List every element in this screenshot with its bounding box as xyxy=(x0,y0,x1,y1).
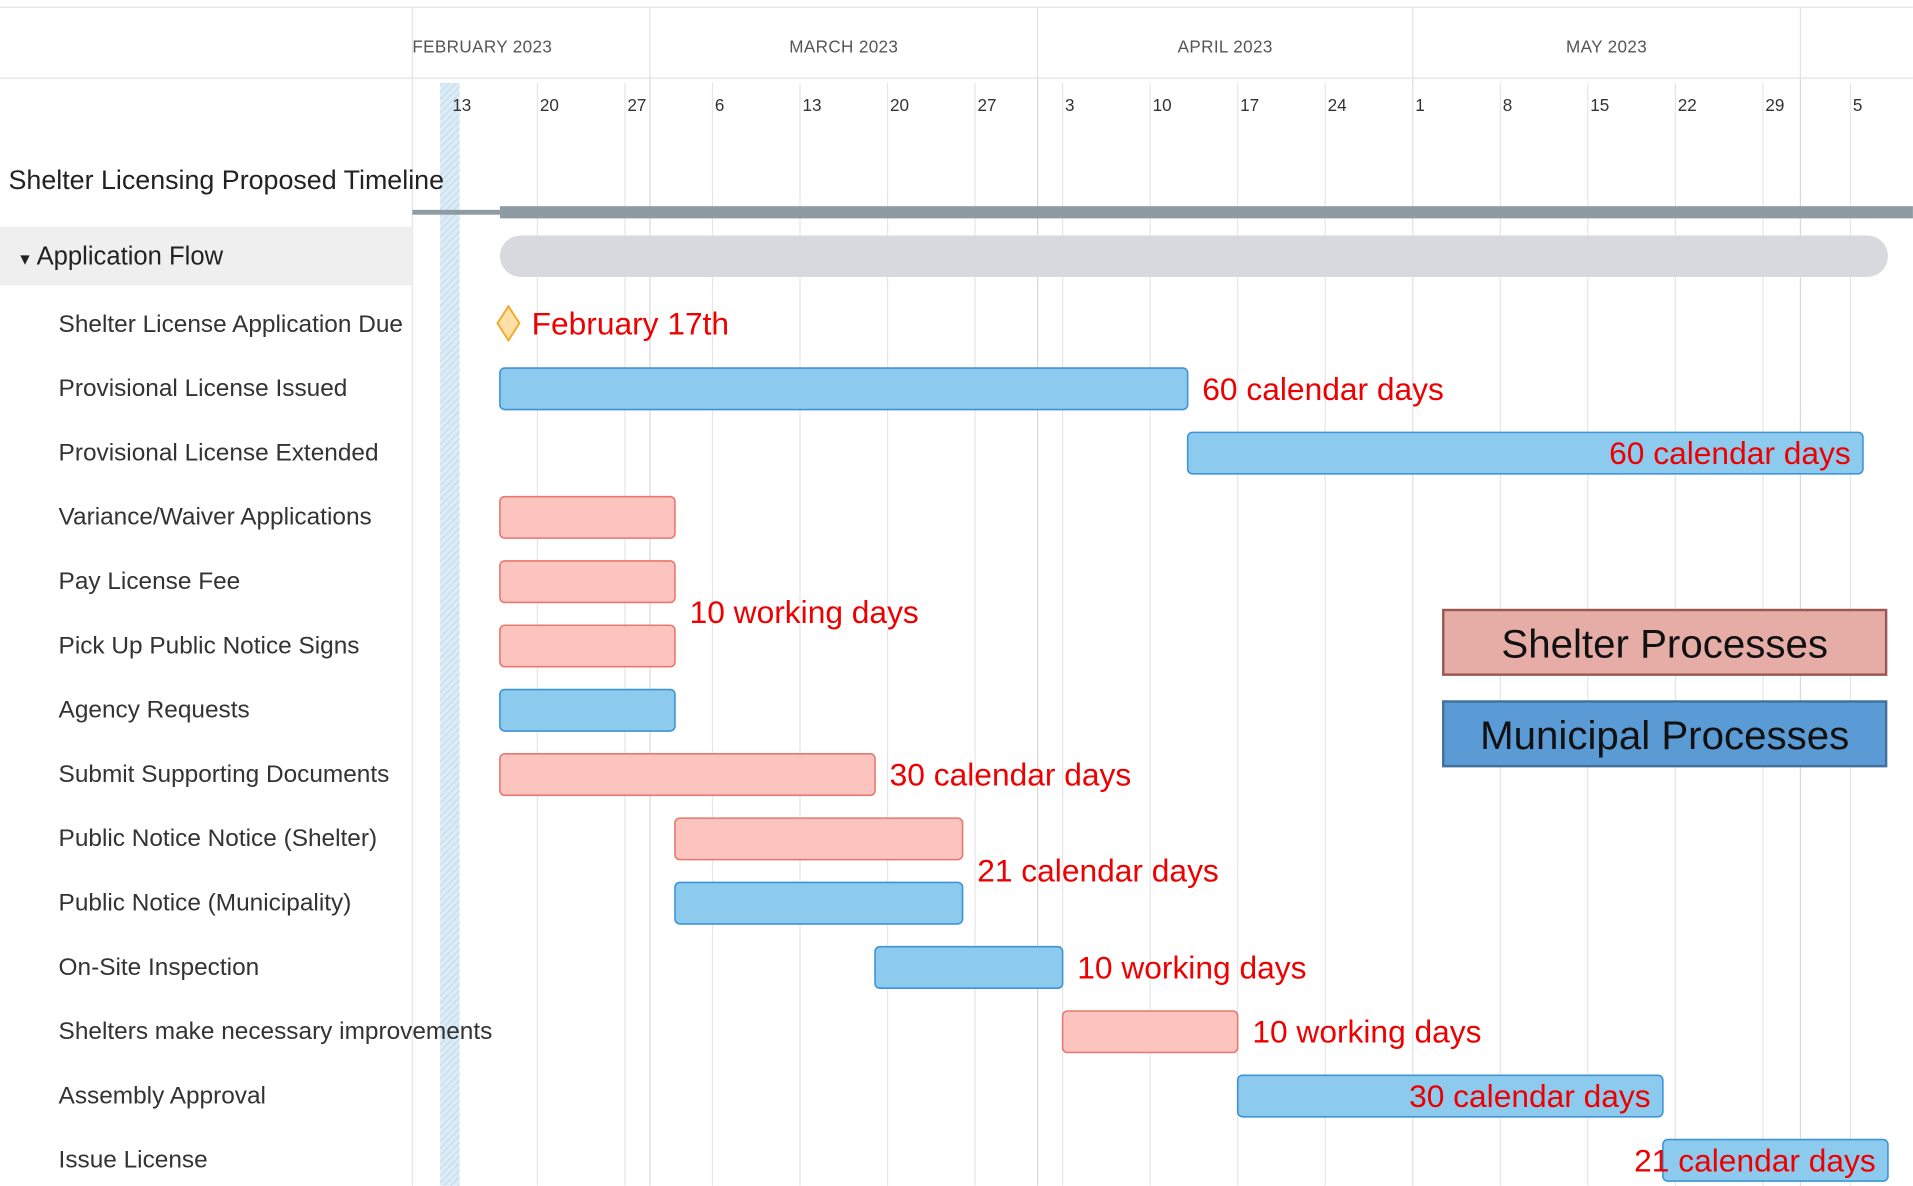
legend-label-municipal: Municipal Processes xyxy=(1480,713,1849,758)
week-tick-label: 6 xyxy=(715,96,724,115)
week-tick-label: 29 xyxy=(1765,96,1784,115)
month-label: MAY 2023 xyxy=(1566,37,1647,56)
task-label[interactable]: Shelter License Application Due xyxy=(59,311,403,338)
shelter-task-bar[interactable] xyxy=(674,817,964,861)
task-annotation: 30 calendar days xyxy=(890,757,1132,793)
group-label[interactable]: Application Flow xyxy=(37,243,224,271)
task-label[interactable]: Shelters make necessary improvements xyxy=(59,1018,493,1045)
municipal-task-bar[interactable] xyxy=(874,945,1064,989)
task-annotation: 10 working days xyxy=(1252,1014,1481,1050)
task-label[interactable]: Provisional License Issued xyxy=(59,375,348,402)
week-tick-label: 24 xyxy=(1328,96,1347,115)
task-label[interactable]: Issue License xyxy=(59,1147,208,1174)
shelter-task-bar[interactable] xyxy=(1061,1010,1239,1054)
task-label[interactable]: Pick Up Public Notice Signs xyxy=(59,632,360,659)
task-list: Shelter Licensing Proposed Timeline ▼ Ap… xyxy=(0,165,492,1174)
shelter-task-bar[interactable] xyxy=(499,624,676,668)
month-label: FEBRUARY 2023 xyxy=(412,37,552,56)
task-label[interactable]: Public Notice Notice (Shelter) xyxy=(59,825,378,852)
task-label[interactable]: Assembly Approval xyxy=(59,1082,266,1109)
shelter-task-bar[interactable] xyxy=(499,753,876,797)
week-tick-label: 13 xyxy=(802,96,821,115)
week-tick-label: 10 xyxy=(1153,96,1172,115)
municipal-task-bar[interactable] xyxy=(499,688,676,732)
task-annotation: 30 calendar days xyxy=(1409,1078,1651,1114)
task-annotation: February 17th xyxy=(532,305,729,341)
group-summary-bar[interactable] xyxy=(499,235,1888,277)
task-label[interactable]: Public Notice (Municipality) xyxy=(59,889,352,916)
municipal-task-bar[interactable] xyxy=(674,881,964,925)
week-tick-label: 5 xyxy=(1853,96,1863,115)
week-tick-label: 1 xyxy=(1415,96,1424,115)
project-summary-bar[interactable] xyxy=(499,206,1913,219)
task-label[interactable]: Pay License Fee xyxy=(59,568,241,595)
task-annotation: 21 calendar days xyxy=(1634,1142,1876,1178)
week-tick-label: 27 xyxy=(978,96,997,115)
shelter-task-bar[interactable] xyxy=(499,560,676,604)
chart-title: Shelter Licensing Proposed Timeline xyxy=(9,165,444,195)
group-toggle-icon[interactable]: ▼ xyxy=(17,252,33,269)
legend: Shelter Processes Municipal Processes xyxy=(1442,608,1888,768)
task-label[interactable]: Variance/Waiver Applications xyxy=(59,504,372,531)
week-tick-label: 20 xyxy=(890,96,909,115)
task-bars: February 17th 60 calendar days 60 calendar… xyxy=(412,206,1913,1182)
task-label[interactable]: Provisional License Extended xyxy=(59,439,379,466)
municipal-task-bar[interactable] xyxy=(499,367,1189,411)
week-tick-label: 3 xyxy=(1065,96,1075,115)
task-annotation: 21 calendar days xyxy=(977,853,1219,889)
task-annotation: 60 calendar days xyxy=(1609,435,1851,471)
gantt-chart: FEBRUARY 2023 MARCH 2023 APRIL 2023 MAY 202… xyxy=(0,0,1913,1186)
legend-label-shelter: Shelter Processes xyxy=(1501,622,1828,667)
task-annotation: 60 calendar days xyxy=(1202,371,1444,407)
task-label[interactable]: Submit Supporting Documents xyxy=(59,761,390,788)
week-tick-label: 8 xyxy=(1503,96,1513,115)
task-annotation: 10 working days xyxy=(690,594,919,630)
week-tick-label: 20 xyxy=(540,96,559,115)
week-tick-label: 17 xyxy=(1240,96,1259,115)
month-label: APRIL 2023 xyxy=(1178,37,1273,56)
month-label: MARCH 2023 xyxy=(789,37,898,56)
task-annotation: 10 working days xyxy=(1077,949,1306,985)
milestone-marker[interactable] xyxy=(496,304,521,343)
week-tick-label: 22 xyxy=(1678,96,1697,115)
week-tick-label: 15 xyxy=(1590,96,1609,115)
week-tick-label: 27 xyxy=(627,96,646,115)
task-label[interactable]: Agency Requests xyxy=(59,697,250,724)
week-tick-label: 13 xyxy=(452,96,471,115)
shelter-task-bar[interactable] xyxy=(499,495,676,539)
project-lead-line xyxy=(412,209,500,215)
gantt-chart-svg: FEBRUARY 2023 MARCH 2023 APRIL 2023 MAY 202… xyxy=(0,6,1913,1186)
task-label[interactable]: On-Site Inspection xyxy=(59,954,260,981)
